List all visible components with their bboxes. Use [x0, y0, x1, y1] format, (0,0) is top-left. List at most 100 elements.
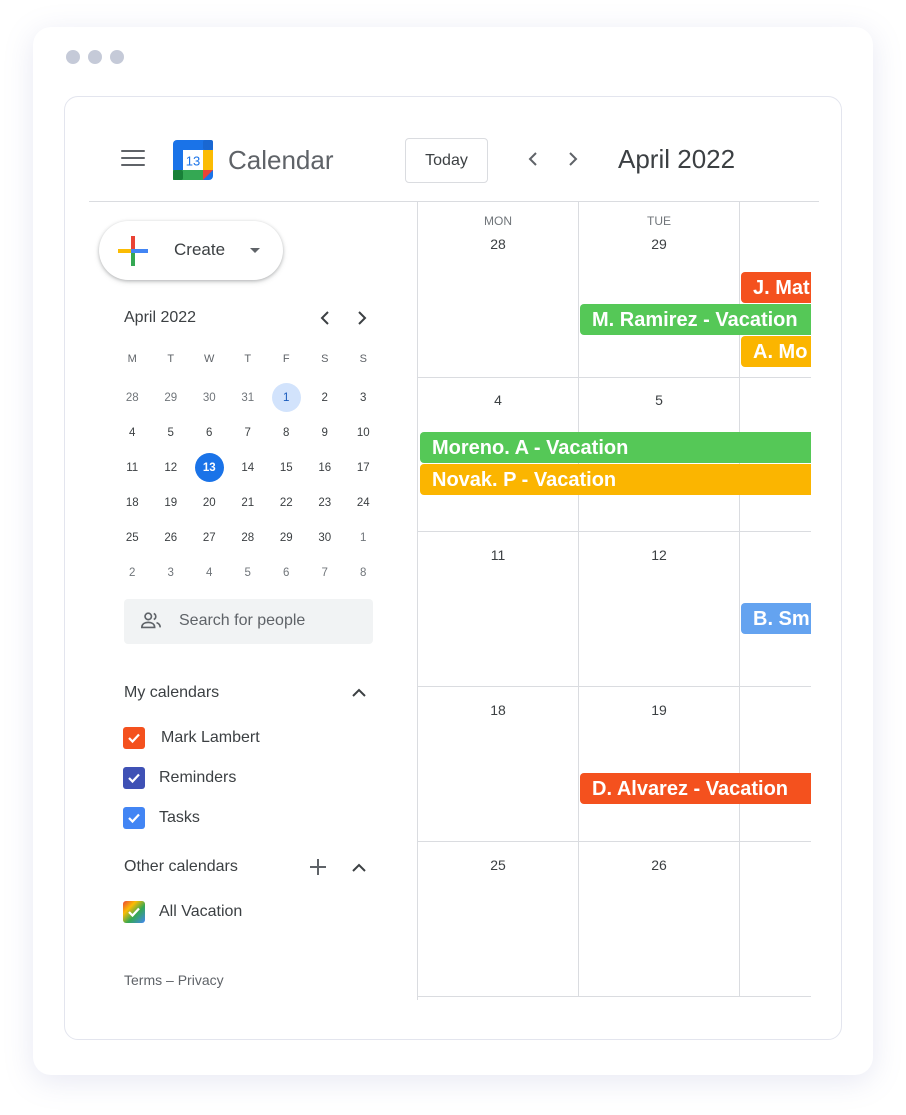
mini-calendar-day[interactable]: 30	[190, 380, 229, 415]
mini-calendar-day[interactable]: 23	[306, 485, 345, 520]
mini-calendar-day[interactable]: 31	[229, 380, 268, 415]
mini-calendar-day[interactable]: 21	[229, 485, 268, 520]
month-day-cell[interactable]	[740, 842, 811, 997]
main-menu-icon[interactable]	[121, 150, 145, 168]
mini-calendar-day[interactable]: 14	[229, 450, 268, 485]
mini-calendar-day[interactable]: 26	[152, 520, 191, 555]
checkbox-checked-icon[interactable]	[123, 901, 145, 923]
month-day-cell[interactable]	[740, 687, 811, 842]
mini-calendar-day[interactable]: 2	[306, 380, 345, 415]
mini-calendar-day[interactable]: 8	[267, 415, 306, 450]
search-people-input[interactable]: Search for people	[124, 599, 373, 644]
mini-calendar-day[interactable]: 5	[152, 415, 191, 450]
calendar-event[interactable]: A. Mo	[741, 336, 811, 367]
mini-calendar-day[interactable]: 17	[344, 450, 383, 485]
privacy-link[interactable]: Privacy	[178, 972, 224, 988]
mini-calendar-day[interactable]: 7	[229, 415, 268, 450]
mini-calendar-day[interactable]: 22	[267, 485, 306, 520]
mini-prev-month-icon[interactable]	[315, 307, 335, 329]
day-number: 23	[318, 496, 332, 509]
app-title: Calendar	[228, 145, 334, 175]
calendar-event[interactable]: D. Alvarez - Vacation	[580, 773, 811, 804]
checkbox-checked-icon[interactable]	[123, 727, 145, 749]
mini-calendar-day[interactable]: 4	[113, 415, 152, 450]
chevron-left-icon[interactable]	[521, 147, 545, 171]
mini-calendar-week: 11 12 13 14 15 16 17	[113, 450, 383, 485]
window-dot-icon[interactable]	[88, 50, 102, 64]
mini-calendar-day[interactable]: 3	[152, 555, 191, 590]
mini-calendar-day[interactable]: 28	[113, 380, 152, 415]
mini-calendar-day[interactable]: 29	[152, 380, 191, 415]
mini-calendar-day[interactable]: 29	[267, 520, 306, 555]
mini-calendar-day[interactable]: 8	[344, 555, 383, 590]
day-number[interactable]: 26	[579, 857, 739, 873]
mini-calendar-day[interactable]: 6	[267, 555, 306, 590]
checkbox-checked-icon[interactable]	[123, 807, 145, 829]
mini-calendar-day[interactable]: 18	[113, 485, 152, 520]
month-day-cell[interactable]: 19	[579, 687, 740, 842]
mini-calendar-day[interactable]: 6	[190, 415, 229, 450]
day-number[interactable]: 18	[418, 702, 578, 718]
mini-next-month-icon[interactable]	[352, 307, 372, 329]
chevron-up-icon[interactable]	[349, 858, 369, 878]
day-number[interactable]: 19	[579, 702, 739, 718]
mini-calendar-day[interactable]: 20	[190, 485, 229, 520]
add-calendar-icon[interactable]	[308, 857, 328, 877]
calendar-event[interactable]: J. Mat	[741, 272, 811, 303]
month-day-cell[interactable]: MON 28	[418, 201, 579, 378]
mini-calendar-day[interactable]: 2	[113, 555, 152, 590]
mini-calendar-day[interactable]: 12	[152, 450, 191, 485]
calendar-item-mark-lambert[interactable]: Mark Lambert	[123, 725, 260, 751]
mini-calendar-day[interactable]: 3	[344, 380, 383, 415]
calendar-event[interactable]: M. Ramirez - Vacation	[580, 304, 811, 335]
terms-link[interactable]: Terms	[124, 972, 162, 988]
window-dot-icon[interactable]	[66, 50, 80, 64]
mini-calendar-day[interactable]: 1	[344, 520, 383, 555]
day-number: 1	[271, 383, 301, 412]
mini-calendar-day[interactable]: 7	[306, 555, 345, 590]
calendar-event[interactable]: B. Sm	[741, 603, 811, 634]
mini-calendar-day[interactable]: 16	[306, 450, 345, 485]
mini-calendar-day[interactable]: 28	[229, 520, 268, 555]
mini-calendar-day[interactable]: 25	[113, 520, 152, 555]
mini-calendar-day[interactable]: 10	[344, 415, 383, 450]
day-number[interactable]: 12	[579, 547, 739, 563]
calendar-item-all-vacation[interactable]: All Vacation	[123, 899, 242, 925]
day-number[interactable]: 4	[418, 392, 578, 408]
mini-calendar-day[interactable]: 13	[190, 450, 229, 485]
calendar-item-reminders[interactable]: Reminders	[123, 765, 236, 791]
day-number[interactable]: 5	[579, 392, 739, 408]
day-number[interactable]: 11	[418, 547, 578, 563]
mini-calendar-day[interactable]: 27	[190, 520, 229, 555]
calendar-item-tasks[interactable]: Tasks	[123, 805, 200, 831]
window-dot-icon[interactable]	[110, 50, 124, 64]
calendar-event[interactable]: Moreno. A - Vacation	[420, 432, 811, 463]
month-day-cell[interactable]: 12	[579, 532, 740, 687]
mini-calendar-day[interactable]: 24	[344, 485, 383, 520]
chevron-up-icon[interactable]	[349, 683, 369, 703]
month-day-cell[interactable]: 18	[418, 687, 579, 842]
month-day-cell[interactable]: 26	[579, 842, 740, 997]
day-number: 3	[360, 391, 367, 404]
mini-calendar-day[interactable]: 15	[267, 450, 306, 485]
month-day-cell[interactable]: 11	[418, 532, 579, 687]
mini-calendar-day[interactable]: 30	[306, 520, 345, 555]
month-day-cell[interactable]: TUE 29	[579, 201, 740, 378]
mini-calendar-day[interactable]: 11	[113, 450, 152, 485]
create-button[interactable]: Create	[99, 221, 283, 280]
day-number[interactable]: 29	[579, 236, 739, 252]
mini-calendar-day[interactable]: 5	[229, 555, 268, 590]
day-number: 14	[241, 461, 255, 474]
day-number[interactable]: 25	[418, 857, 578, 873]
mini-calendar-day[interactable]: 9	[306, 415, 345, 450]
mini-calendar-title: April 2022	[124, 309, 197, 326]
today-button[interactable]: Today	[405, 138, 488, 183]
mini-calendar-day[interactable]: 19	[152, 485, 191, 520]
day-number[interactable]: 28	[418, 236, 578, 252]
mini-calendar-day[interactable]: 1	[267, 380, 306, 415]
checkbox-checked-icon[interactable]	[123, 767, 145, 789]
chevron-right-icon[interactable]	[561, 147, 585, 171]
month-day-cell[interactable]: 25	[418, 842, 579, 997]
calendar-event[interactable]: Novak. P - Vacation	[420, 464, 811, 495]
mini-calendar-day[interactable]: 4	[190, 555, 229, 590]
